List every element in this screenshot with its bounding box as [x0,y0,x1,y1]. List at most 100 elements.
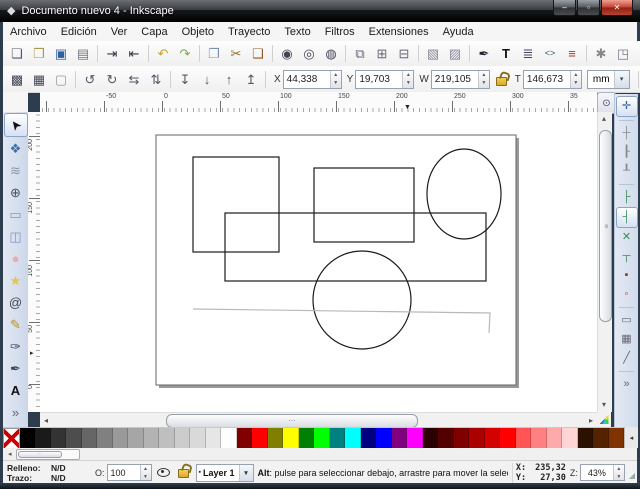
inkscape-preferences-button[interactable]: ✱ [590,43,612,65]
palette-swatch-7[interactable] [113,428,129,449]
lock-ratio-button[interactable] [494,70,510,88]
width-spinner[interactable]: ▲▼ [478,71,489,88]
palette-swatch-38[interactable] [593,428,609,449]
y-spin-down-icon[interactable]: ▼ [403,79,413,88]
rectangle-tool-button[interactable]: ▭ [5,203,27,225]
fill-value[interactable]: N/D [51,463,66,473]
calligraphy-tool-button[interactable]: ✒ [5,357,27,379]
node-tool-button[interactable]: ❖ [5,137,27,159]
ungroup-objects-button[interactable]: ▨ [444,43,466,65]
new-document-button[interactable]: ❏ [6,43,28,65]
palette-swatch-12[interactable] [190,428,206,449]
palette-swatch-33[interactable] [516,428,532,449]
palette-swatch-20[interactable] [314,428,330,449]
zoom-tool-button[interactable]: ⊕ [5,181,27,203]
canvas[interactable] [40,112,597,412]
zoom-spin-up-icon[interactable]: ▲ [614,465,624,473]
group-objects-button[interactable]: ▧ [422,43,444,65]
y-spinner[interactable]: ▲▼ [402,71,413,88]
snap-guides-button[interactable]: ╱ [617,349,637,368]
palette-swatch-17[interactable] [268,428,284,449]
layer-visibility-button[interactable] [155,464,172,481]
menu-item-5[interactable]: Trayecto [221,24,277,40]
palette-swatch-none[interactable] [3,428,20,449]
align-dialog-button[interactable]: ≡ [561,43,583,65]
deselect-button[interactable]: ▢ [50,68,72,90]
palette-swatch-25[interactable] [392,428,408,449]
minimize-button[interactable]: ‒ [553,0,576,16]
redo-button[interactable]: ↷ [174,43,196,65]
zoom-value[interactable]: 43% [581,465,613,480]
palette-swatch-13[interactable] [206,428,222,449]
scroll-up-icon[interactable]: ▴ [602,115,606,123]
palette-swatch-26[interactable] [407,428,423,449]
create-clone-button[interactable]: ⊞ [371,43,393,65]
select-all-button[interactable]: ▩ [6,68,28,90]
layer-dropdown[interactable]: ▪ Layer 1 ▾ [196,464,254,482]
width-spin-up-icon[interactable]: ▲ [479,71,489,80]
palette-swatch-27[interactable] [423,428,439,449]
maximize-button[interactable]: ▫ [577,0,600,16]
zoom-spinbox[interactable]: 43% ▲▼ [580,464,625,481]
palette-swatch-31[interactable] [485,428,501,449]
y-spin-up-icon[interactable]: ▲ [403,71,413,80]
opacity-spinner[interactable]: ▲▼ [140,465,151,480]
xml-editor-button[interactable]: <> [539,43,561,65]
snap-grid-button[interactable]: ▦ [617,330,637,349]
zoom-spin-down-icon[interactable]: ▼ [614,473,624,481]
height-spin-up-icon[interactable]: ▲ [571,71,581,80]
zoom-drawing-button[interactable]: ◉ [276,43,298,65]
palette-swatch-3[interactable] [51,428,67,449]
cut-button[interactable]: ✂ [225,43,247,65]
snap-bbox-corners-button[interactable]: ┸ [617,162,637,181]
close-button[interactable]: ✕ [601,0,633,16]
fill-stroke-indicator[interactable]: Relleno:N/D Trazo:N/D [7,463,93,483]
snap-enable-button[interactable]: ✛ [616,96,638,117]
snap-path-intersections-button[interactable]: ✕ [617,228,637,247]
tweak-tool-button[interactable]: ≋ [5,159,27,181]
export-document-button[interactable]: ⇤ [123,43,145,65]
y-spinbox[interactable]: 19,703 ▲▼ [355,70,414,89]
menu-item-4[interactable]: Objeto [175,24,221,40]
snap-bbox-edges-button[interactable]: ┠ [617,143,637,162]
raise-to-top-button[interactable]: ↥ [240,68,262,90]
select-all-layers-button[interactable]: ▦ [28,68,50,90]
layers-dialog-button[interactable]: ≣ [517,43,539,65]
palette-swatch-10[interactable] [159,428,175,449]
width-spinbox[interactable]: 219,105 ▲▼ [431,70,490,89]
palette-swatch-4[interactable] [66,428,82,449]
snap-rotation-center-button[interactable]: ◦ [617,285,637,304]
snap-paths-button[interactable]: ┤ [616,207,638,228]
palette-swatch-15[interactable] [237,428,253,449]
height-spinbox[interactable]: 146,673 ▲▼ [523,70,582,89]
layer-dropdown-arrow-icon[interactable]: ▾ [239,465,253,481]
open-document-button[interactable]: ❒ [28,43,50,65]
pencil-tool-button[interactable]: ✎ [5,313,27,335]
palette-swatch-2[interactable] [35,428,51,449]
rotate-ccw-button[interactable]: ↺ [79,68,101,90]
palette-swatch-30[interactable] [469,428,485,449]
palette-swatch-1[interactable] [20,428,36,449]
width-value[interactable]: 219,105 [432,71,478,88]
palette-swatch-32[interactable] [500,428,516,449]
x-spin-up-icon[interactable]: ▲ [331,71,341,80]
menu-item-9[interactable]: Ayuda [436,24,481,40]
palette-swatch-6[interactable] [97,428,113,449]
save-document-button[interactable]: ▣ [50,43,72,65]
horizontal-scrollbar[interactable]: ◂ ⋯ ▸ [40,412,597,428]
raise-button[interactable]: ↑ [218,68,240,90]
palette-swatch-9[interactable] [144,428,160,449]
palette-swatch-21[interactable] [330,428,346,449]
x-spinner[interactable]: ▲▼ [330,71,341,88]
fill-stroke-dialog-button[interactable]: ✒ [473,43,495,65]
duplicate-button[interactable]: ⧉ [349,43,371,65]
spiral-tool-button[interactable]: @ [5,291,27,313]
snap-object-centers-button[interactable]: ▪ [617,266,637,285]
rotate-cw-button[interactable]: ↻ [101,68,123,90]
palette-swatch-23[interactable] [361,428,377,449]
dropdown-arrow-icon[interactable]: ▾ [614,71,629,88]
selector-tool-button[interactable]: ➤ [4,113,28,137]
zoom-spinner[interactable]: ▲▼ [613,465,624,480]
palette-swatch-36[interactable] [562,428,578,449]
opacity-spin-up-icon[interactable]: ▲ [141,465,151,473]
